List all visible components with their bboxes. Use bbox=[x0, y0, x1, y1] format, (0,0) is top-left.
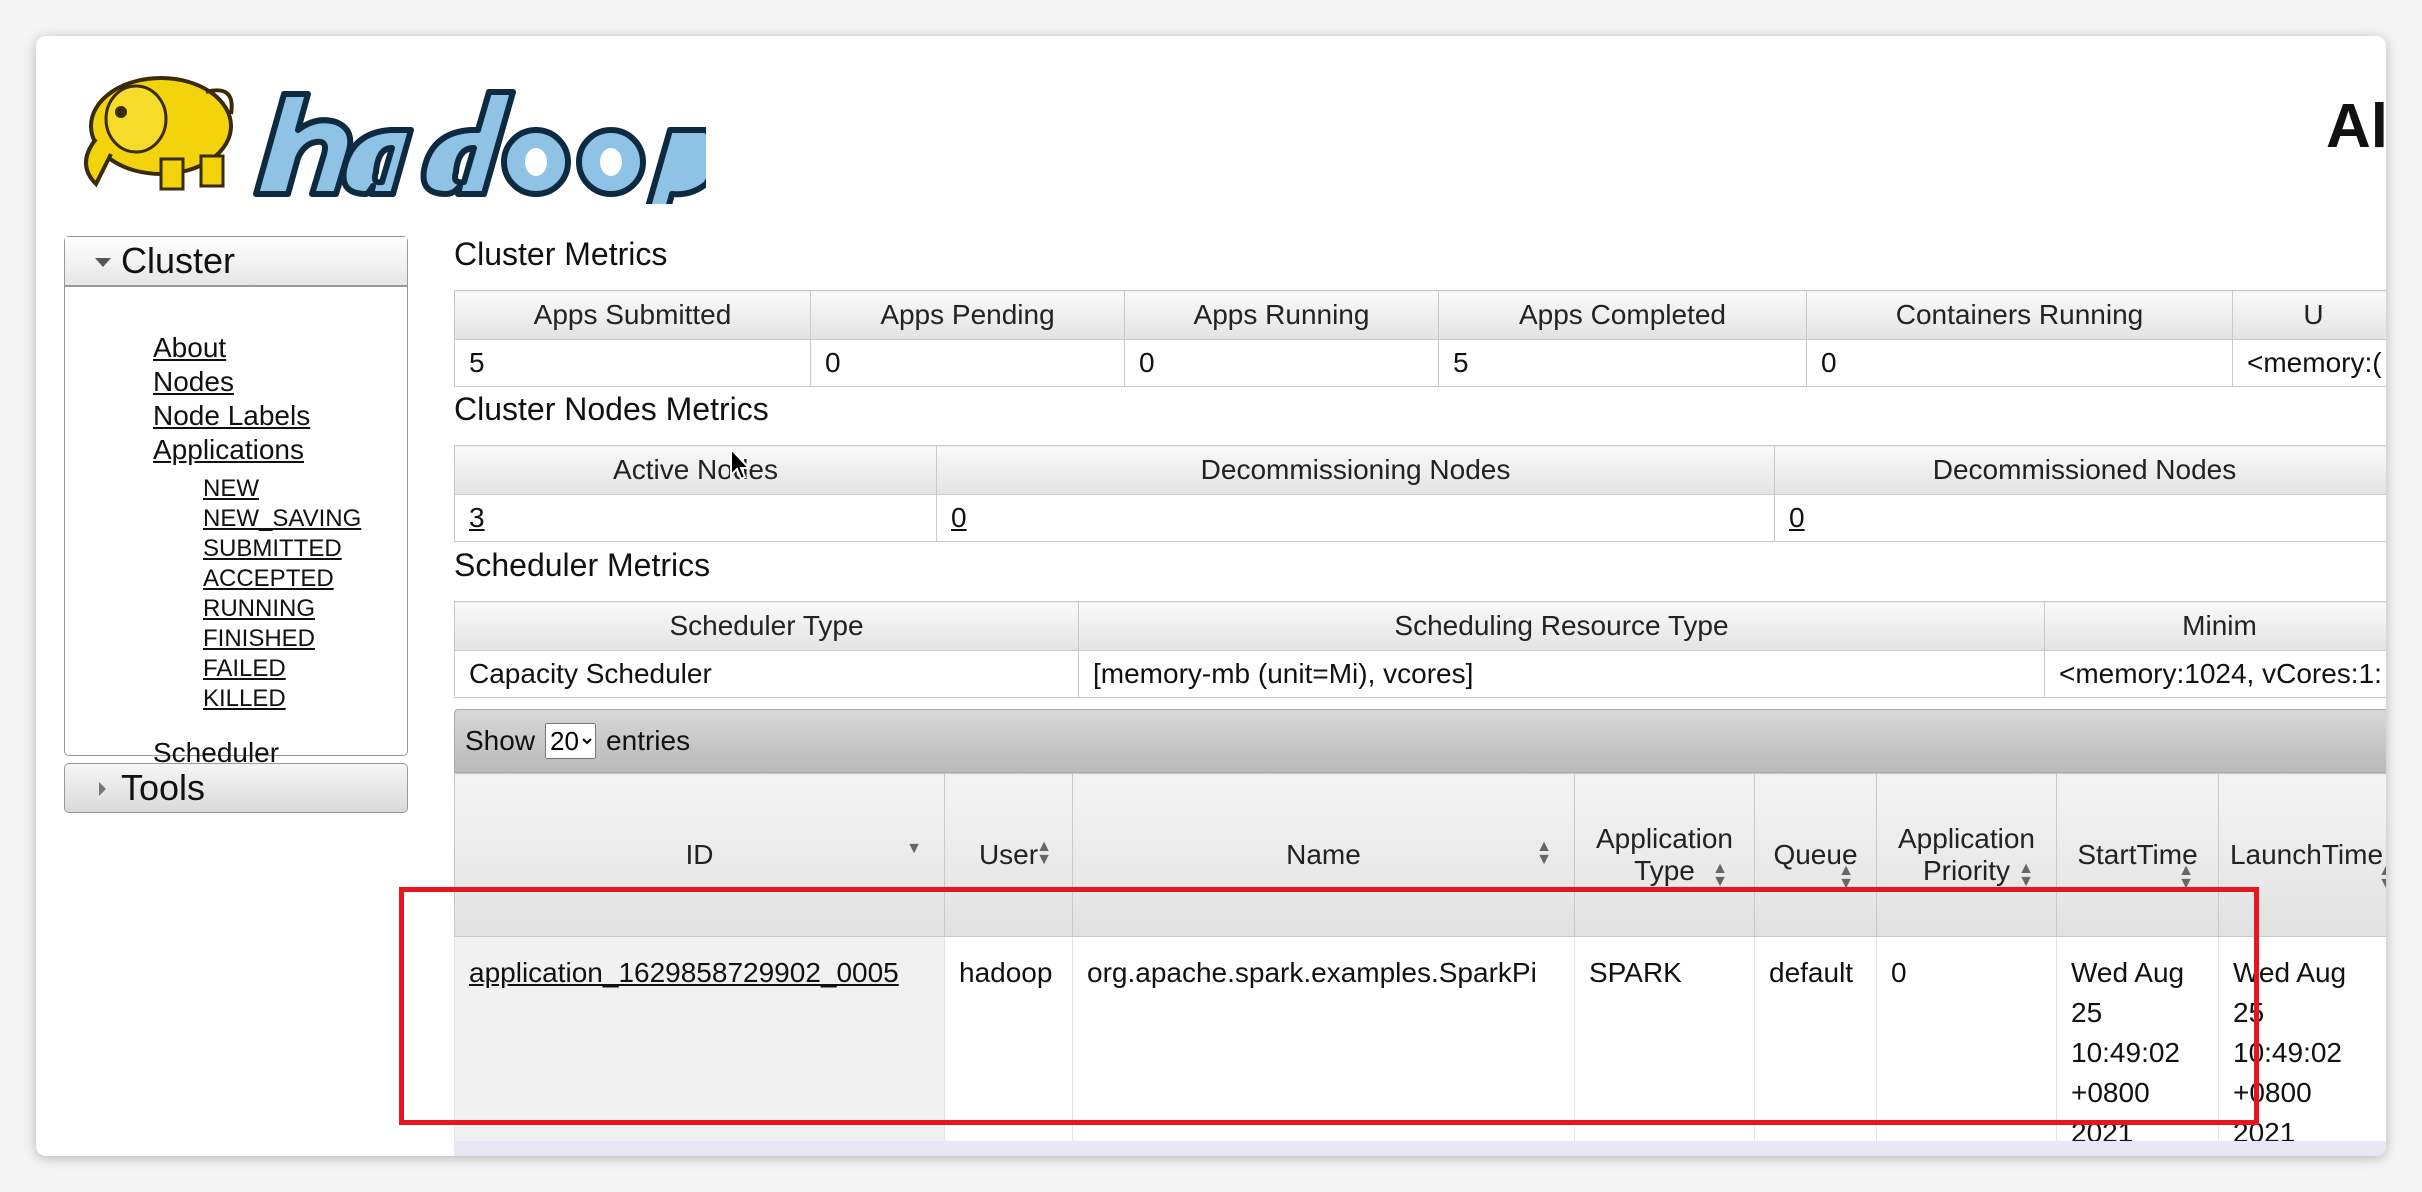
value-scheduling-resource-type: [memory-mb (unit=Mi), vcores] bbox=[1078, 650, 2045, 698]
header-decommissioning-nodes: Decommissioning Nodes bbox=[936, 445, 1775, 495]
value-decommissioning-nodes[interactable]: 0 bbox=[951, 502, 967, 533]
value-apps-pending: 0 bbox=[810, 339, 1125, 387]
collapse-triangle-icon bbox=[95, 258, 111, 267]
entries-label: entries bbox=[606, 725, 691, 756]
header-minimum-allocation: Minim bbox=[2044, 601, 2386, 651]
nav-state-killed[interactable]: KILLED bbox=[203, 685, 286, 713]
cluster-nav-panel: Cluster About Nodes Node Labels Applicat… bbox=[64, 236, 408, 768]
show-entries-bar: Show 20 entries bbox=[454, 709, 2386, 773]
value-apps-completed: 5 bbox=[1438, 339, 1807, 387]
nav-link-nodes[interactable]: Nodes bbox=[153, 366, 234, 398]
header-apps-running: Apps Running bbox=[1124, 290, 1439, 340]
expand-triangle-icon bbox=[99, 782, 106, 796]
value-minimum-allocation: <memory:1024, vCores:1: bbox=[2044, 650, 2386, 698]
sort-desc-icon: ▼ bbox=[906, 840, 922, 857]
cluster-metrics-title: Cluster Metrics bbox=[454, 236, 668, 272]
highlight-box bbox=[399, 887, 2259, 1125]
nav-link-node-labels[interactable]: Node Labels bbox=[153, 400, 310, 432]
header-apps-submitted: Apps Submitted bbox=[454, 290, 811, 340]
header-apps-completed: Apps Completed bbox=[1438, 290, 1807, 340]
sort-both-icon: ▲▼ bbox=[1536, 838, 1552, 868]
header-active-nodes: Active Nodes bbox=[454, 445, 937, 495]
value-scheduler-type: Capacity Scheduler bbox=[454, 650, 1079, 698]
sort-both-icon: ▲▼ bbox=[2018, 860, 2034, 890]
mouse-cursor-icon bbox=[730, 448, 752, 481]
header-used-resources: U bbox=[2232, 290, 2386, 340]
column-label-launch-time: LaunchTime bbox=[2229, 839, 2384, 870]
page-heading: Al bbox=[2326, 92, 2386, 161]
nav-state-finished[interactable]: FINISHED bbox=[203, 625, 315, 653]
sort-both-icon: ▲▼ bbox=[2378, 863, 2386, 892]
tools-nav-header[interactable]: Tools bbox=[64, 763, 408, 813]
tools-nav-label: Tools bbox=[121, 767, 206, 808]
value-used-resources: <memory:( bbox=[2232, 339, 2386, 387]
browser-page: Al Cluster About Nodes Node Labels Appli… bbox=[36, 36, 2386, 1156]
value-decommissioned-nodes[interactable]: 0 bbox=[1789, 502, 1805, 533]
column-label-application-type-line1: Application bbox=[1596, 823, 1733, 854]
entries-per-page-select[interactable]: 20 bbox=[545, 723, 597, 759]
nav-link-about[interactable]: About bbox=[153, 332, 226, 364]
header-scheduling-resource-type: Scheduling Resource Type bbox=[1078, 601, 2045, 651]
value-apps-running: 0 bbox=[1124, 339, 1439, 387]
sort-both-icon: ▲▼ bbox=[1712, 860, 1728, 890]
node-metrics-title: Cluster Nodes Metrics bbox=[454, 391, 769, 427]
scheduler-metrics-title: Scheduler Metrics bbox=[454, 547, 711, 583]
nav-state-submitted[interactable]: SUBMITTED bbox=[203, 535, 342, 563]
value-containers-running: 0 bbox=[1806, 339, 2233, 387]
nav-state-failed[interactable]: FAILED bbox=[203, 655, 286, 683]
column-label-name: Name bbox=[1286, 839, 1361, 870]
column-label-id: ID bbox=[685, 839, 714, 870]
cluster-nav-label: Cluster bbox=[121, 240, 236, 281]
sort-both-icon: ▲▼ bbox=[1036, 838, 1052, 868]
nav-state-new[interactable]: NEW bbox=[203, 475, 259, 503]
show-label: Show bbox=[465, 725, 536, 756]
column-label-priority-line1: Application bbox=[1898, 823, 2035, 854]
value-apps-submitted: 5 bbox=[454, 339, 811, 387]
table-row-partial bbox=[454, 1141, 2386, 1156]
hadoop-logo bbox=[84, 76, 706, 204]
cluster-nav-header[interactable]: Cluster bbox=[65, 237, 407, 287]
header-scheduler-type: Scheduler Type bbox=[454, 601, 1079, 651]
nav-state-accepted[interactable]: ACCEPTED bbox=[203, 565, 334, 593]
header-apps-pending: Apps Pending bbox=[810, 290, 1125, 340]
value-active-nodes[interactable]: 3 bbox=[469, 502, 485, 533]
nav-state-running[interactable]: RUNNING bbox=[203, 595, 315, 623]
nav-link-applications[interactable]: Applications bbox=[153, 434, 304, 466]
nav-state-new-saving[interactable]: NEW_SAVING bbox=[203, 505, 361, 533]
cluster-metrics-table: Apps Submitted Apps Pending Apps Running… bbox=[454, 290, 2386, 387]
header-containers-running: Containers Running bbox=[1806, 290, 2233, 340]
scheduler-metrics-table: Scheduler Type Scheduling Resource Type … bbox=[454, 601, 2386, 698]
column-label-user: User bbox=[978, 839, 1039, 870]
header-decommissioned-nodes: Decommissioned Nodes bbox=[1774, 445, 2386, 495]
